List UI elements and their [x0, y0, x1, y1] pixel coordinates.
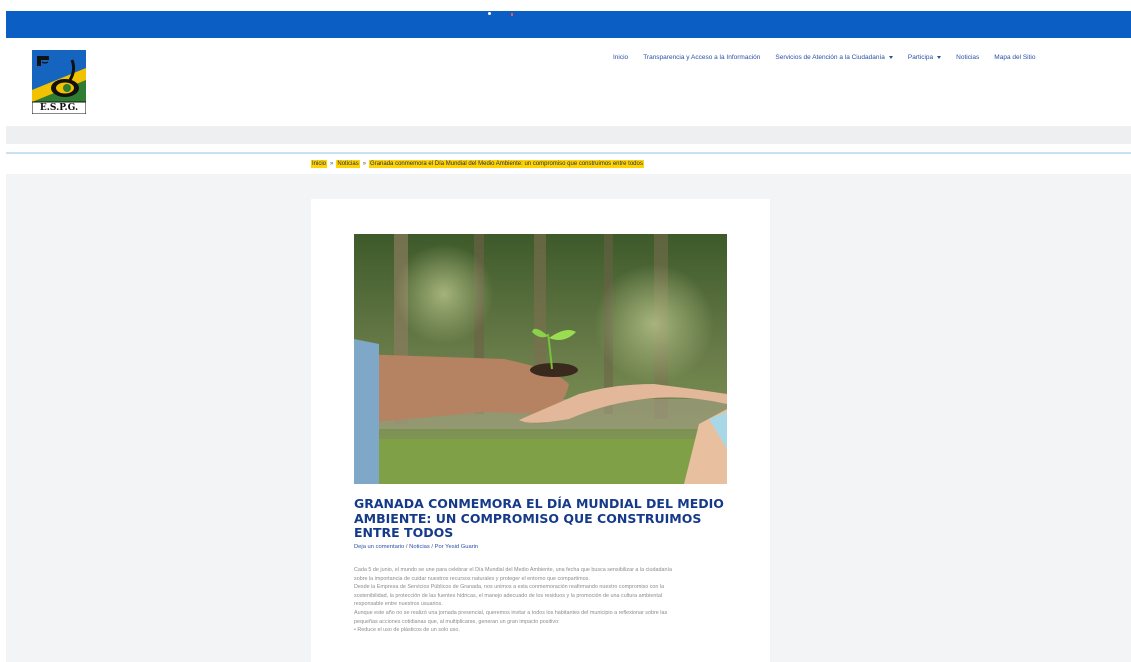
featured-image: [354, 234, 727, 484]
nav-item-transparencia[interactable]: Transparencia y Acceso a la Información: [643, 54, 760, 61]
chevron-down-icon: [888, 56, 893, 59]
nav-item-label: Inicio: [613, 54, 629, 61]
post-title: GRANADA CONMEMORA EL DÍA MUNDIAL DEL MED…: [354, 496, 724, 540]
nav-item-label: Participa: [907, 54, 934, 61]
paragraph-line: Aunque este año no se realizó una jornad…: [354, 609, 668, 616]
chevron-down-icon: [937, 56, 942, 59]
nav-item-label: Noticias: [956, 54, 980, 61]
nav-item-label: Servicios de Atención a la Ciudadanía: [775, 54, 885, 61]
breadcrumb-inicio[interactable]: Inicio: [311, 160, 328, 168]
category-link[interactable]: Noticias: [409, 544, 430, 550]
meta-separator: /: [431, 544, 434, 550]
site-header: E.S.P.G. Inicio Transparencia y Acceso a…: [6, 38, 1131, 126]
site-logo[interactable]: E.S.P.G.: [31, 50, 87, 115]
meta-separator: /: [405, 544, 408, 550]
nav-item-mapa-del-sitio[interactable]: Mapa del Sitio: [994, 54, 1035, 61]
paragraph-line: sostenibilidad, la protección de las fue…: [354, 592, 663, 599]
paragraph-line: Desde la Empresa de Servicios Públicos d…: [354, 584, 665, 591]
nav-item-inicio[interactable]: Inicio: [613, 54, 628, 61]
nav-item-participa[interactable]: Participa: [907, 54, 942, 61]
breadcrumb-current: Granada conmemora el Día Mundial del Med…: [369, 160, 644, 168]
author-link[interactable]: Por Yesid Guarin: [435, 544, 479, 550]
nav-item-noticias[interactable]: Noticias: [956, 54, 979, 61]
divider: [6, 152, 1131, 154]
breadcrumb-noticias[interactable]: Noticias: [336, 160, 360, 168]
nav-item-servicios[interactable]: Servicios de Atención a la Ciudadanía: [775, 54, 893, 61]
paragraph-line: pequeñas acciones cotidianas que, al mul…: [354, 618, 560, 625]
breadcrumb-separator: »: [330, 161, 334, 167]
comment-link[interactable]: Deja un comentario: [354, 544, 404, 550]
breadcrumb-separator: »: [362, 161, 367, 167]
post-body: Cada 5 de junio, el mundo se une para ce…: [354, 566, 739, 635]
nav-item-label: Transparencia y Acceso a la Información: [643, 54, 761, 61]
breadcrumb: Inicio » Noticias » Granada conmemora el…: [311, 160, 644, 168]
paragraph-line: Cada 5 de junio, el mundo se une para ce…: [354, 567, 672, 573]
main-navigation: Inicio Transparencia y Acceso a la Infor…: [613, 54, 1051, 61]
post-meta: Deja un comentario / Noticias / Por Yesi…: [354, 544, 478, 550]
logo-text: E.S.P.G.: [39, 103, 79, 113]
nav-item-label: Mapa del Sitio: [994, 54, 1036, 61]
top-bar-dot: [488, 12, 491, 15]
header-spacer: [6, 126, 1131, 144]
top-bar-mark: [511, 13, 513, 16]
paragraph-line: sobre la importancia de cuidar nuestros …: [354, 575, 590, 582]
paragraph-line: responsable entre nuestros usuarios.: [354, 601, 443, 608]
paragraph-line: • Reduce el uso de plásticos de un solo …: [354, 627, 460, 634]
top-bar: [6, 11, 1131, 38]
